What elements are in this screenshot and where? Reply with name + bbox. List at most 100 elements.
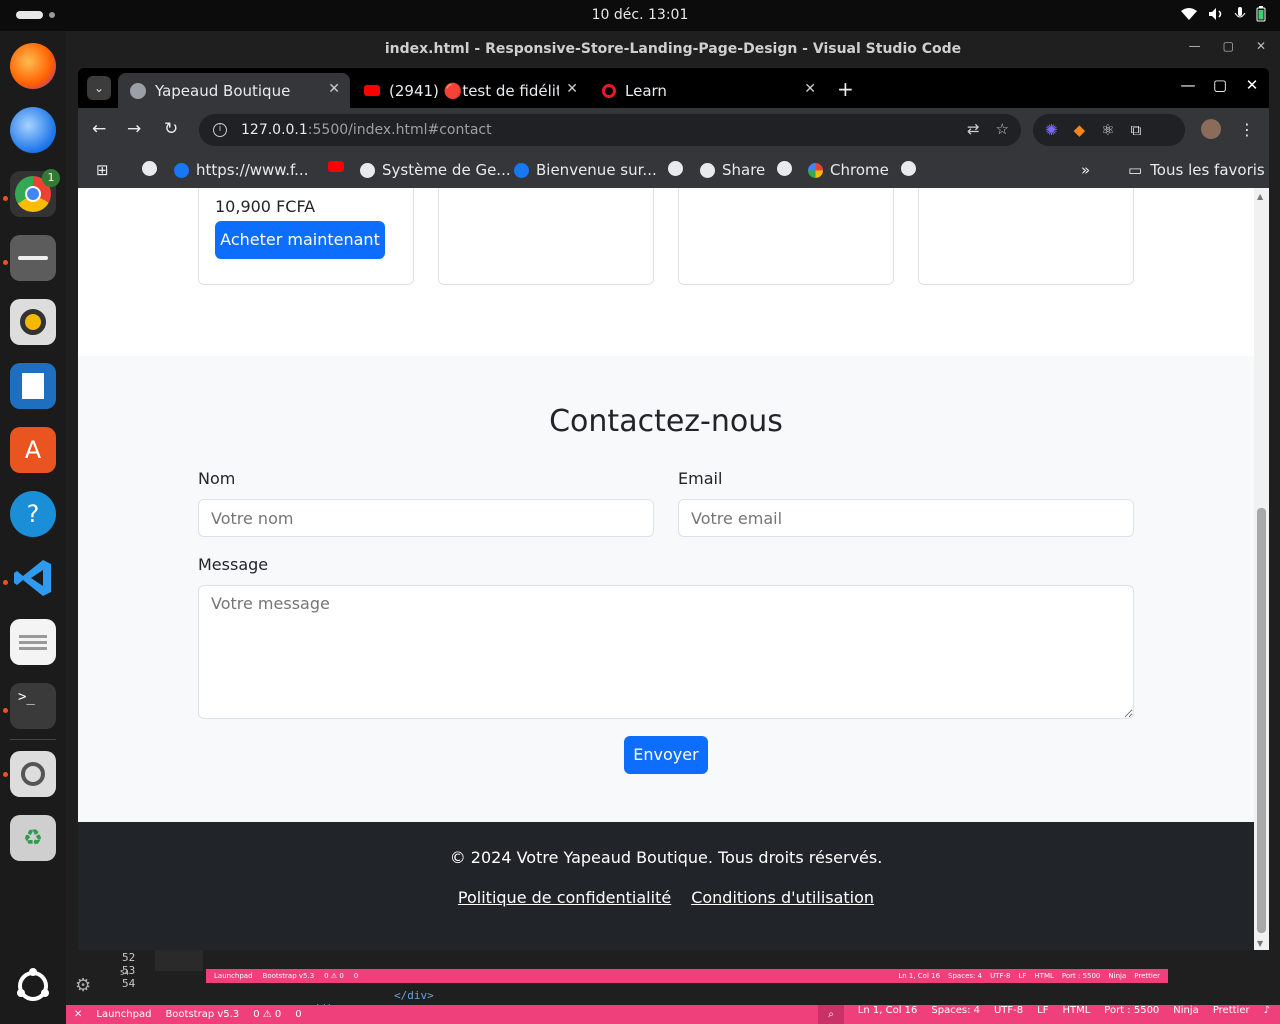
mini-prettier: Prettier <box>1134 972 1160 980</box>
minimize-icon[interactable]: — <box>1189 39 1201 53</box>
message-field[interactable] <box>198 585 1134 719</box>
message-label: Message <box>198 555 269 574</box>
scroll-up-icon[interactable]: ▲ <box>1257 192 1263 201</box>
status-port[interactable]: Port : 5500 <box>1104 1005 1159 1024</box>
name-field[interactable] <box>198 499 654 537</box>
running-indicator <box>3 772 8 777</box>
status-encoding[interactable]: UTF-8 <box>994 1005 1023 1024</box>
writer-icon[interactable] <box>10 363 56 409</box>
scroll-down-icon[interactable]: ▼ <box>1257 939 1263 948</box>
maximize-icon[interactable]: ▢ <box>1223 39 1234 53</box>
page-scrollbar[interactable]: ▲ ▼ <box>1254 188 1269 950</box>
line-numbers: 52 53 54 <box>122 951 136 990</box>
bookmark-item[interactable]: Share <box>700 161 765 179</box>
running-indicator <box>3 708 8 713</box>
mini-spaces: Spaces: 4 <box>948 972 983 980</box>
status-eol[interactable]: LF <box>1037 1005 1048 1024</box>
status-prettier[interactable]: Prettier <box>1213 1005 1250 1024</box>
bookmark-item[interactable]: Système de Ge... <box>360 161 511 179</box>
remote-icon[interactable]: ✕ <box>74 1009 82 1020</box>
chrome-notification-badge: 1 <box>42 169 60 187</box>
status-search-icon[interactable]: ⌕ <box>818 1005 844 1024</box>
tab-learn[interactable]: Learn ✕ <box>590 73 826 108</box>
privacy-link[interactable]: Politique de confidentialité <box>458 888 671 907</box>
vscode-mini-status-bar: Launchpad Bootstrap v5.3 0 ⚠ 0 0 54 Ln 1… <box>120 969 1168 983</box>
close-icon[interactable]: ✕ <box>1243 76 1261 94</box>
extensions-puzzle-icon[interactable]: ⧉ <box>1131 121 1142 139</box>
extension-sparkle-icon[interactable]: ✺ <box>1045 121 1058 139</box>
rhythmbox-icon[interactable] <box>10 299 56 345</box>
bookmark-item[interactable]: https://www.f... <box>174 161 308 179</box>
close-icon[interactable]: ✕ <box>1256 39 1266 53</box>
back-arrow-icon[interactable]: ← <box>92 119 106 139</box>
close-tab-icon[interactable]: ✕ <box>804 81 816 97</box>
trash-icon[interactable]: ♻ <box>10 815 56 861</box>
mini-ninja: Ninja <box>1108 972 1127 980</box>
bookmark-item[interactable] <box>777 161 799 176</box>
show-apps-icon[interactable] <box>10 963 56 1009</box>
all-bookmarks-folder[interactable]: ▭ Tous les favoris <box>1128 161 1265 179</box>
tab-yapeaud-boutique[interactable]: Yapeaud Boutique ✕ <box>118 73 350 108</box>
terms-link[interactable]: Conditions d'utilisation <box>691 888 874 907</box>
bookmark-item[interactable] <box>328 161 351 172</box>
vscode-status-bar: ✕ Launchpad Bootstrap v5.3 0 ⚠ 0 0 ⌕ Ln … <box>66 1005 1280 1024</box>
globe-icon <box>130 82 146 99</box>
vscode-window-controls[interactable]: — ▢ ✕ <box>1189 39 1266 53</box>
send-button[interactable]: Envoyer <box>624 736 708 774</box>
status-problems[interactable]: 0 ⚠ 0 <box>253 1009 281 1020</box>
profile-avatar[interactable] <box>1201 119 1221 139</box>
status-position[interactable]: Ln 1, Col 16 <box>858 1005 918 1024</box>
scrollbar-thumb[interactable] <box>1257 508 1266 933</box>
vscode-icon[interactable] <box>10 555 56 601</box>
tab-search-button[interactable]: ⌄ <box>87 76 111 100</box>
bookmark-item[interactable]: Bienvenue sur... <box>514 161 657 179</box>
system-tray[interactable] <box>1180 6 1266 22</box>
help-icon[interactable]: ? <box>10 491 56 537</box>
status-ports[interactable]: 0 <box>295 1009 301 1020</box>
site-footer: © 2024 Votre Yapeaud Boutique. Tous droi… <box>78 822 1254 950</box>
bookmark-item[interactable] <box>142 161 164 176</box>
image-viewer-icon[interactable] <box>10 751 56 797</box>
status-launchpad[interactable]: Launchpad <box>96 1009 151 1020</box>
bookmark-item[interactable] <box>901 161 923 176</box>
close-tab-icon[interactable]: ✕ <box>566 81 578 97</box>
reload-icon[interactable]: ↻ <box>164 119 178 139</box>
minimize-icon[interactable]: — <box>1179 76 1197 94</box>
status-language[interactable]: HTML <box>1062 1005 1090 1024</box>
running-indicator <box>3 260 8 265</box>
site-info-icon[interactable]: i <box>213 123 227 137</box>
maximize-icon[interactable]: ▢ <box>1211 76 1229 94</box>
app-center-icon[interactable]: A <box>10 427 56 473</box>
email-field[interactable] <box>678 499 1134 537</box>
bookmark-item[interactable]: Chrome <box>808 161 889 179</box>
bookmark-item[interactable] <box>668 161 690 176</box>
tab-youtube[interactable]: (2941) 🔴test de fidélité ✕ <box>352 73 588 108</box>
notifications-bell-icon[interactable]: ♪ <box>1264 1005 1270 1024</box>
new-tab-button[interactable]: + <box>837 77 854 101</box>
system-clock[interactable]: 10 déc. 13:01 <box>0 7 1280 23</box>
terminal-icon[interactable]: >_ <box>10 683 56 729</box>
running-indicator <box>3 580 8 585</box>
menu-kebab-icon[interactable]: ⋮ <box>1239 120 1255 139</box>
translate-icon[interactable]: ⇄ <box>967 120 980 138</box>
chrome-icon[interactable]: 1 <box>10 169 60 217</box>
mini-ports: 0 <box>353 972 359 980</box>
status-ninja[interactable]: Ninja <box>1173 1005 1199 1024</box>
files-icon[interactable] <box>10 235 56 281</box>
close-tab-icon[interactable]: ✕ <box>328 81 340 97</box>
bookmark-star-icon[interactable]: ☆ <box>996 120 1009 138</box>
thunderbird-icon[interactable] <box>10 107 56 153</box>
apps-grid-icon[interactable]: ⊞ <box>96 161 109 179</box>
metamask-icon[interactable]: ◆ <box>1074 121 1086 139</box>
text-editor-icon[interactable] <box>10 619 56 665</box>
status-spaces[interactable]: Spaces: 4 <box>931 1005 980 1024</box>
more-bookmarks-icon[interactable]: » <box>1081 161 1090 179</box>
react-devtools-icon[interactable]: ⚛ <box>1101 121 1114 139</box>
firefox-icon[interactable] <box>10 43 56 89</box>
forward-arrow-icon[interactable]: → <box>127 119 141 139</box>
buy-now-button[interactable]: Acheter maintenant <box>215 221 385 259</box>
address-bar[interactable]: i 127.0.0.1:5500/index.html#contact ⇄ ☆ <box>199 114 1021 146</box>
extensions-area: ✺ ◆ ⚛ ⧉ <box>1033 114 1185 146</box>
status-bootstrap[interactable]: Bootstrap v5.3 <box>165 1009 239 1020</box>
settings-gear-icon[interactable]: ⚙ <box>75 975 91 996</box>
